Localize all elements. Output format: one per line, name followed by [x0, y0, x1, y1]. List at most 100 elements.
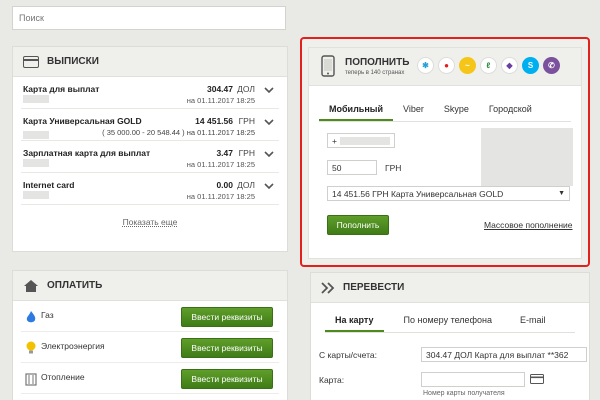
masked-recipient-info: [481, 128, 573, 186]
topup-tabs: Мобильный Viber Skype Городской: [319, 98, 571, 122]
dropdown-arrow-icon: ▼: [558, 190, 565, 197]
mobile-phone-icon: [321, 55, 335, 77]
statement-row[interactable]: Зарплатная карта для выплат 3.47 ГРН на …: [21, 141, 279, 173]
amount-value: 50: [332, 162, 342, 173]
transfer-panel: ПЕРЕВЕСТИ На карту По номеру телефона E-…: [310, 272, 590, 400]
chevron-down-icon[interactable]: [263, 149, 275, 159]
amount-currency: ГРН: [385, 163, 402, 173]
statement-name: Internet card: [23, 180, 75, 190]
amount-field[interactable]: 50: [327, 160, 377, 175]
statement-amount: 304.47: [207, 84, 233, 94]
chevron-down-icon[interactable]: [263, 117, 275, 127]
statement-name: Карта для выплат: [23, 84, 100, 94]
mass-topup-link[interactable]: Массовое пополнение: [484, 220, 573, 230]
radiator-icon: [25, 373, 37, 386]
from-card-value: 304.47 ДОЛ Карта для выплат **362: [426, 349, 569, 360]
tab-landline[interactable]: Городской: [479, 98, 542, 121]
masked-number: [23, 159, 49, 167]
card-hint: Номер карты получателя: [423, 390, 505, 397]
enter-details-button[interactable]: Ввести реквизиты: [181, 307, 273, 327]
statements-title: ВЫПИСКИ: [47, 56, 99, 67]
pay-label: Отопление: [41, 372, 85, 382]
pay-row: Электроэнергия Ввести реквизиты: [21, 332, 279, 363]
statement-row[interactable]: Карта для выплат 304.47 ДОЛ на 01.11.201…: [21, 77, 279, 109]
masked-number: [23, 191, 49, 199]
statements-header: ВЫПИСКИ: [13, 47, 287, 77]
skype-icon[interactable]: S: [522, 57, 539, 74]
statement-currency: ДОЛ: [237, 84, 255, 94]
lifecell-icon[interactable]: ~: [459, 57, 476, 74]
transfer-header: ПЕРЕВЕСТИ: [311, 273, 589, 303]
home-icon: [23, 279, 39, 293]
statement-date: на 01.11.2017 18:25: [186, 96, 255, 105]
masked-number: [23, 95, 49, 103]
double-chevron-right-icon: [321, 281, 335, 294]
statement-currency: ГРН: [238, 116, 255, 126]
search-input[interactable]: [12, 6, 286, 30]
statement-amount: 3.47: [216, 148, 233, 158]
masked-phone: [339, 136, 390, 145]
card-icon[interactable]: [530, 374, 544, 384]
tab-skype[interactable]: Skype: [434, 98, 479, 121]
tab-to-card[interactable]: На карту: [325, 309, 384, 332]
card-label: Карта:: [319, 375, 345, 385]
statement-limit-date: ( 35 000.00 - 20 548.44 ) на 01.11.2017 …: [102, 128, 255, 137]
tab-email[interactable]: E-mail: [502, 309, 556, 332]
statement-currency: ГРН: [238, 148, 255, 158]
chevron-down-icon[interactable]: [263, 181, 275, 191]
recipient-card-input[interactable]: [421, 372, 525, 387]
from-card-label: С карты/счета:: [319, 350, 377, 360]
tab-viber[interactable]: Viber: [393, 98, 434, 121]
statement-name: Зарплатная карта для выплат: [23, 148, 151, 158]
card-select-value: 14 451.56 ГРН Карта Универсальная GOLD: [332, 188, 504, 199]
enter-details-label: Ввести реквизиты: [191, 374, 263, 384]
tab-mobile[interactable]: Мобильный: [319, 98, 393, 121]
statement-name: Карта Универсальная GOLD: [23, 116, 142, 126]
kyivstar-icon[interactable]: ✱: [417, 57, 434, 74]
from-card-select[interactable]: 304.47 ДОЛ Карта для выплат **362: [421, 347, 587, 362]
operator-logos: ✱ ● ~ ℓ ◆ S ✆: [417, 57, 560, 74]
pay-panel: ОПЛАТИТЬ Газ Ввести реквизиты Электроэне…: [12, 270, 288, 400]
enter-details-label: Ввести реквизиты: [191, 312, 263, 322]
statement-currency: ДОЛ: [237, 180, 255, 190]
viber-icon[interactable]: ✆: [543, 57, 560, 74]
flame-icon: [26, 311, 36, 323]
card-select[interactable]: 14 451.56 ГРН Карта Универсальная GOLD ▼: [327, 186, 570, 201]
topup-title: ПОПОЛНИТЬ: [345, 57, 410, 68]
statement-date: на 01.11.2017 18:25: [186, 160, 255, 169]
pay-row: Отопление Ввести реквизиты: [21, 363, 279, 394]
topup-submit-button[interactable]: Пополнить: [327, 215, 389, 235]
statement-date: на 01.11.2017 18:25: [186, 192, 255, 201]
phone-prefix: +: [332, 135, 337, 146]
topup-subtitle: теперь в 140 странах: [345, 70, 405, 76]
enter-details-button[interactable]: Ввести реквизиты: [181, 338, 273, 358]
topup-submit-label: Пополнить: [336, 220, 380, 230]
topup-header: ПОПОЛНИТЬ теперь в 140 странах ✱ ● ~ ℓ ◆…: [309, 48, 581, 86]
chevron-down-icon[interactable]: [263, 85, 275, 95]
pay-header: ОПЛАТИТЬ: [13, 271, 287, 301]
transfer-title: ПЕРЕВЕСТИ: [343, 282, 405, 293]
show-more-link[interactable]: Показать еще: [13, 217, 287, 227]
intertelecom-icon[interactable]: ℓ: [480, 57, 497, 74]
vodafone-icon[interactable]: ●: [438, 57, 455, 74]
masked-number: [23, 131, 49, 139]
pay-row: Газ Ввести реквизиты: [21, 301, 279, 332]
card-icon: [23, 55, 39, 68]
trimob-icon[interactable]: ◆: [501, 57, 518, 74]
pay-label: Газ: [41, 310, 54, 320]
topup-panel: ПОПОЛНИТЬ теперь в 140 странах ✱ ● ~ ℓ ◆…: [300, 37, 590, 267]
statement-amount: 0.00: [216, 180, 233, 190]
statements-panel: ВЫПИСКИ Карта для выплат 304.47 ДОЛ на 0…: [12, 46, 288, 252]
topup-inner: ПОПОЛНИТЬ теперь в 140 странах ✱ ● ~ ℓ ◆…: [308, 47, 582, 259]
statement-row[interactable]: Internet card 0.00 ДОЛ на 01.11.2017 18:…: [21, 173, 279, 205]
transfer-tabs: На карту По номеру телефона E-mail: [325, 309, 575, 333]
pay-title: ОПЛАТИТЬ: [47, 280, 103, 291]
lightbulb-icon: [26, 341, 36, 354]
phone-number-field[interactable]: +: [327, 133, 395, 148]
enter-details-label: Ввести реквизиты: [191, 343, 263, 353]
statement-amount: 14 451.56: [195, 116, 233, 126]
tab-by-phone[interactable]: По номеру телефона: [384, 309, 502, 332]
enter-details-button[interactable]: Ввести реквизиты: [181, 369, 273, 389]
pay-label: Электроэнергия: [41, 341, 105, 351]
statement-row[interactable]: Карта Универсальная GOLD 14 451.56 ГРН (…: [21, 109, 279, 141]
